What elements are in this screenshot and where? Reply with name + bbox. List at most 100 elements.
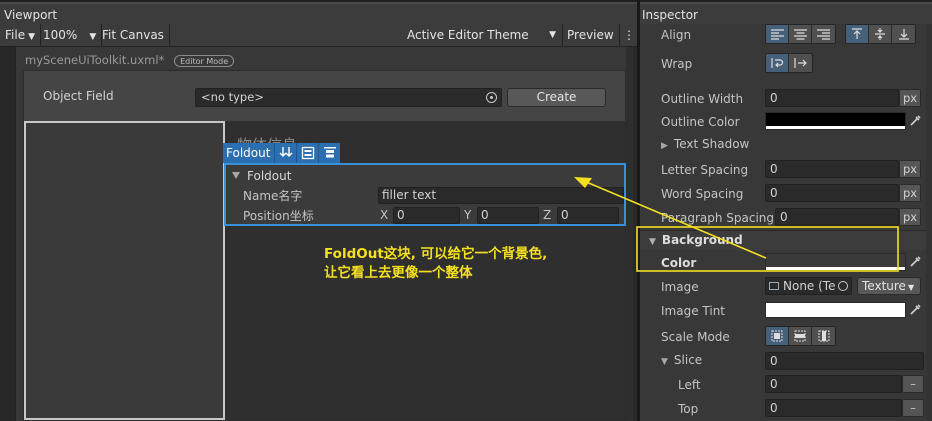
image-label: Image — [661, 280, 699, 294]
background-header: ▼ Background — [649, 233, 743, 247]
outline-width-input[interactable]: 0 — [765, 89, 899, 107]
align-label: Align — [661, 28, 692, 42]
align-stretch-icon[interactable] — [296, 143, 318, 163]
position-x-value: 0 — [397, 208, 405, 222]
foldout-element[interactable]: Foldout Name名字 filler text Position坐标 X … — [224, 163, 626, 226]
paragraph-spacing-label: Paragraph Spacing — [661, 211, 775, 225]
eyedropper-icon[interactable] — [906, 112, 924, 130]
image-object-field[interactable]: None (Te — [765, 277, 852, 295]
position-field-label: Position坐标 — [243, 209, 314, 223]
position-z-input[interactable]: 0 — [557, 207, 619, 224]
create-button[interactable]: Create — [507, 88, 606, 107]
text-shadow-label: Text Shadow — [673, 137, 750, 151]
wrap-group — [765, 53, 813, 73]
object-field-input[interactable]: <no type> — [195, 88, 502, 107]
outline-color-swatch[interactable] — [765, 112, 906, 130]
outline-color-label: Outline Color — [661, 115, 740, 129]
no-wrap-icon[interactable] — [789, 54, 812, 72]
file-menu-button[interactable]: File ▼ — [0, 24, 42, 47]
more-options-icon[interactable]: ⋮ — [619, 24, 639, 47]
object-field-value: <no type> — [201, 90, 264, 104]
object-picker-icon[interactable] — [838, 281, 848, 291]
foldout-title: Foldout — [247, 169, 292, 183]
foldout-expanded-icon — [232, 172, 240, 179]
fit-canvas-button[interactable]: Fit Canvas — [97, 24, 170, 47]
selected-element-tag[interactable]: Foldout — [223, 143, 341, 163]
paragraph-spacing-unit[interactable]: px — [899, 208, 921, 226]
paragraph-spacing-value: 0 — [780, 210, 788, 224]
zoom-value: 100% — [43, 28, 78, 42]
viewport-scrollbar[interactable] — [626, 47, 633, 421]
foldout-toggle[interactable]: Foldout — [232, 168, 291, 185]
text-shadow-foldout[interactable]: ▶ Text Shadow — [661, 135, 749, 153]
flex-direction-column-icon[interactable] — [274, 143, 296, 163]
letter-spacing-unit[interactable]: px — [899, 160, 921, 178]
color-label: Color — [661, 256, 697, 270]
word-spacing-value: 0 — [770, 186, 778, 200]
inspector-tab[interactable]: Inspector — [640, 2, 932, 24]
eyedropper-icon[interactable] — [906, 301, 924, 319]
theme-dropdown[interactable]: Active Editor Theme ▼ — [402, 24, 563, 47]
stretch-to-fill-icon[interactable] — [766, 327, 789, 345]
object-picker-icon[interactable] — [486, 92, 497, 103]
slice-foldout[interactable]: ▼ Slice — [661, 351, 702, 369]
scale-to-fit-icon[interactable] — [812, 327, 835, 345]
editor-mode-badge: Editor Mode — [174, 54, 235, 67]
slice-input[interactable]: 0 — [765, 352, 924, 370]
letter-spacing-value: 0 — [770, 162, 778, 176]
slice-left-unit-icon[interactable]: – — [902, 375, 924, 393]
align-middle-icon[interactable] — [869, 25, 892, 43]
slice-left-input[interactable]: 0 — [765, 375, 902, 393]
viewport-panel: Viewport File ▼ 100% ▼ Fit Canvas Active E… — [0, 0, 637, 421]
image-type-dropdown[interactable]: Texture ▼ — [857, 277, 921, 295]
align-right-icon[interactable] — [812, 25, 835, 43]
align-top-icon[interactable] — [846, 25, 869, 43]
word-spacing-unit[interactable]: px — [899, 184, 921, 202]
viewport-tab[interactable]: Viewport — [0, 2, 637, 24]
position-y-input[interactable]: 0 — [477, 207, 539, 224]
expanded-triangle-icon: ▼ — [649, 237, 656, 247]
eyedropper-icon[interactable] — [906, 253, 924, 271]
slice-label: Slice — [673, 353, 703, 367]
slice-top-input[interactable]: 0 — [765, 399, 902, 417]
horizontal-align-group — [765, 24, 836, 44]
image-value: None (Te — [783, 279, 836, 293]
background-foldout[interactable]: ▼ Background — [640, 230, 932, 250]
align-center-icon[interactable] — [789, 25, 812, 43]
y-axis-label: Y — [464, 208, 472, 222]
x-axis-label: X — [380, 208, 389, 222]
annotation-text: FoldOut这块, 可以给它一个背景色, 让它看上去更像一个整体 — [324, 245, 547, 283]
image-type-value: Texture — [862, 279, 906, 293]
scale-and-crop-icon[interactable] — [789, 327, 812, 345]
position-x-input[interactable]: 0 — [393, 207, 460, 224]
paragraph-spacing-input[interactable]: 0 — [775, 208, 899, 226]
name-text-field[interactable]: filler text — [378, 187, 624, 204]
z-axis-label: Z — [543, 208, 552, 222]
slice-top-unit-icon[interactable]: – — [902, 399, 924, 417]
wrap-label: Wrap — [661, 57, 693, 71]
align-left-icon[interactable] — [766, 25, 789, 43]
outline-width-value: 0 — [770, 91, 778, 105]
preview-button[interactable]: Preview — [562, 24, 620, 47]
word-spacing-input[interactable]: 0 — [765, 184, 899, 202]
outline-width-unit[interactable]: px — [899, 89, 921, 107]
wrap-icon[interactable] — [766, 54, 789, 72]
align-bottom-icon[interactable] — [892, 25, 915, 43]
image-tint-swatch[interactable] — [765, 302, 906, 318]
inspector-panel: Inspector Align Wrap Outline Width 0 px … — [637, 0, 932, 421]
slice-top-value: 0 — [770, 401, 778, 415]
outline-width-label: Outline Width — [661, 92, 744, 106]
inspector-scrollbar[interactable] — [926, 24, 932, 421]
annotation-line-2: 让它看上去更像一个整体 — [324, 265, 473, 281]
background-color-alpha-bar — [766, 267, 905, 270]
justify-content-icon[interactable] — [318, 143, 340, 163]
zoom-dropdown[interactable]: 100% ▼ — [38, 24, 103, 47]
object-field-row: Object Field <no type> Create — [24, 85, 625, 109]
texture-icon — [769, 282, 779, 290]
slice-top-label: Top — [678, 402, 699, 416]
outline-color-alpha-bar — [766, 126, 905, 129]
left-pane[interactable] — [24, 121, 225, 420]
letter-spacing-input[interactable]: 0 — [765, 160, 899, 178]
slice-value: 0 — [770, 354, 778, 368]
background-color-swatch[interactable] — [765, 253, 906, 271]
